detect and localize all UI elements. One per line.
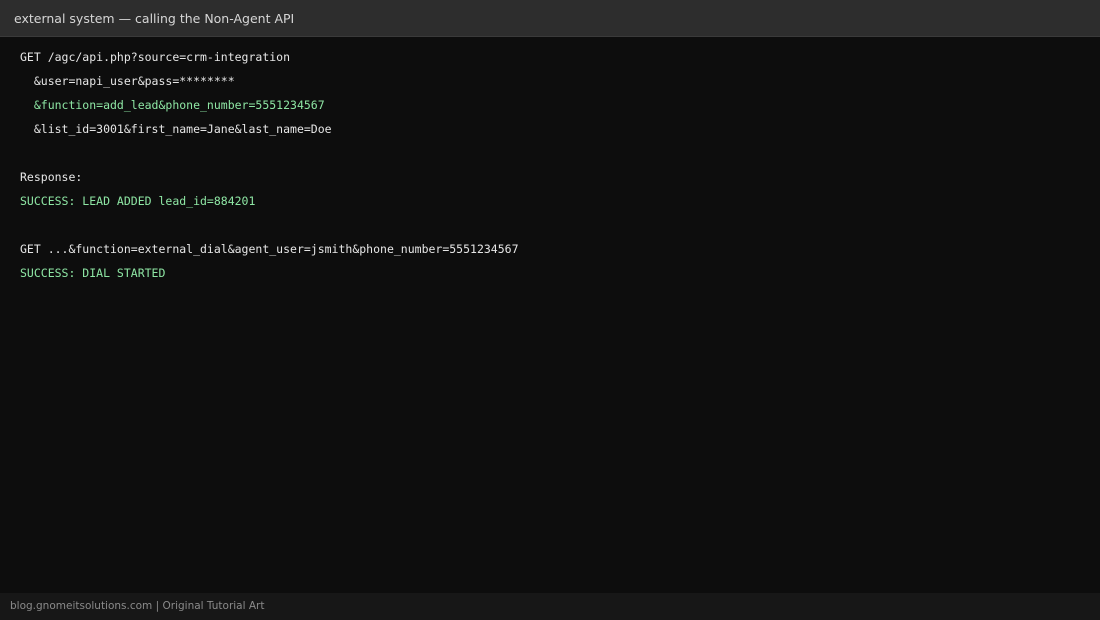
- terminal-line-function: &function=add_lead&phone_number=55512345…: [20, 98, 325, 112]
- terminal-line-response-label: Response:: [20, 170, 83, 184]
- footer-bar: blog.gnomeitsolutions.com | Original Tut…: [0, 593, 1100, 620]
- footer-credit: blog.gnomeitsolutions.com | Original Tut…: [10, 600, 265, 612]
- terminal-line-lead-fields: &list_id=3001&first_name=Jane&last_name=…: [20, 122, 332, 136]
- terminal-line-request: GET /agc/api.php?source=crm-integration: [20, 50, 291, 64]
- terminal-line-lead-added: SUCCESS: LEAD ADDED lead_id=884201: [20, 194, 256, 208]
- terminal-line-dial-started: SUCCESS: DIAL STARTED: [20, 266, 166, 280]
- window-title: external system — calling the Non-Agent …: [14, 11, 295, 26]
- terminal-line-credentials: &user=napi_user&pass=********: [20, 74, 235, 88]
- window-titlebar: external system — calling the Non-Agent …: [0, 0, 1100, 37]
- terminal-output: GET /agc/api.php?source=crm-integration …: [0, 37, 1100, 593]
- terminal-line-dial-request: GET ...&function=external_dial&agent_use…: [20, 242, 519, 256]
